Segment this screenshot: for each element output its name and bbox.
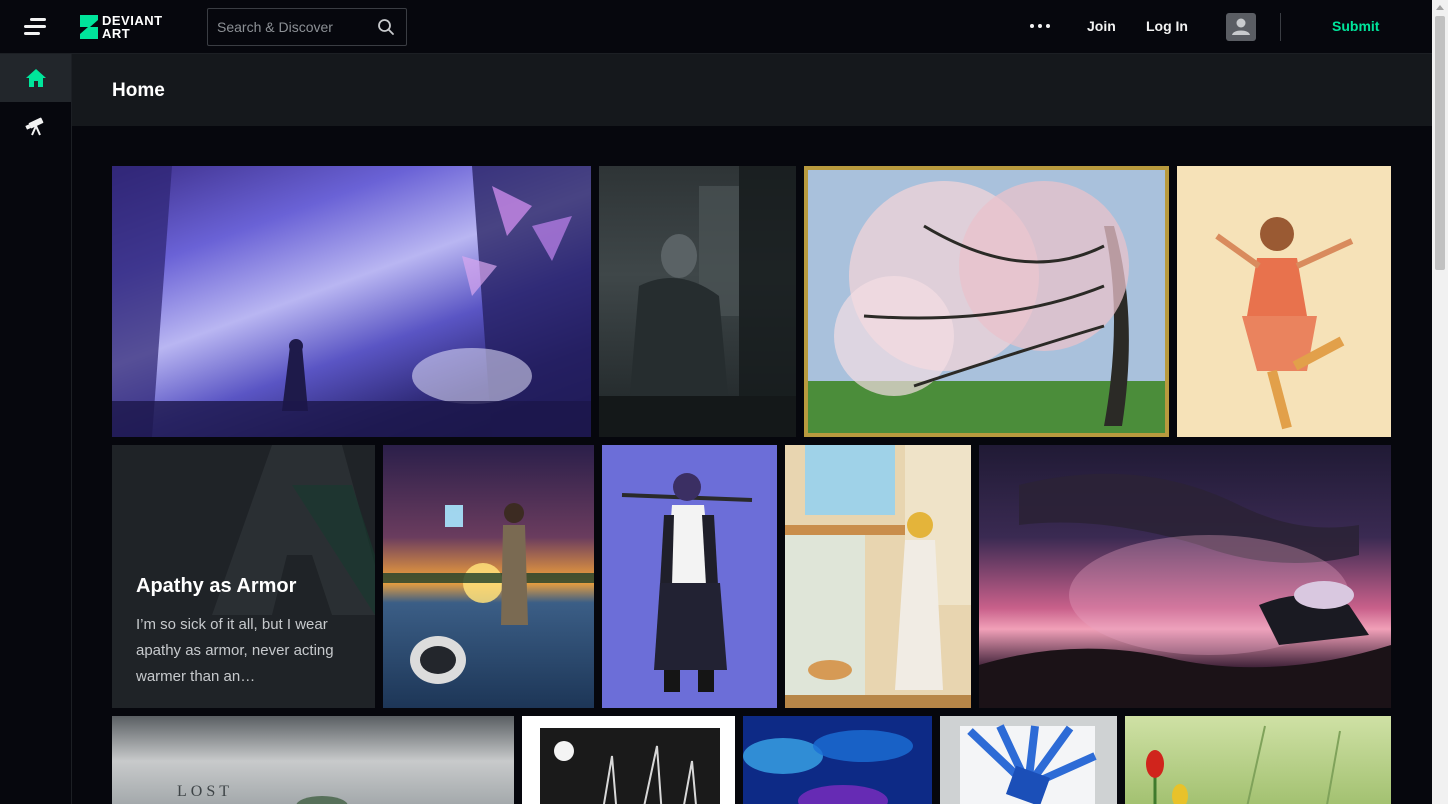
join-link[interactable]: Join bbox=[1087, 18, 1116, 34]
artwork-blossom-tree-tile[interactable] bbox=[804, 166, 1169, 437]
logo-line2: ART bbox=[102, 26, 131, 41]
rail-item-home[interactable] bbox=[0, 54, 71, 102]
svg-text:LOST: LOST bbox=[177, 783, 233, 800]
home-icon bbox=[25, 69, 46, 87]
artwork-night-trees-tile[interactable] bbox=[522, 716, 735, 804]
artwork-whale-sky-tile[interactable] bbox=[979, 445, 1391, 708]
page-scrollbar[interactable] bbox=[1432, 0, 1448, 804]
deviantart-mark-icon bbox=[80, 15, 98, 39]
whale-sky-artwork-image bbox=[979, 473, 1391, 708]
app-root: DEVIANT ART Join Log In Submit bbox=[0, 0, 1448, 804]
scrollbar-thumb[interactable] bbox=[1435, 16, 1445, 270]
side-rail bbox=[0, 54, 72, 804]
tulips-artwork-image bbox=[1146, 725, 1341, 804]
lost-artwork-image: LOST bbox=[177, 783, 348, 804]
page-header: Home bbox=[72, 54, 1432, 126]
blue-leaves-artwork-image bbox=[743, 730, 913, 804]
page-title: Home bbox=[112, 80, 165, 101]
blossom-tree-artwork-image bbox=[808, 170, 1165, 433]
rail-item-explore[interactable] bbox=[0, 102, 71, 150]
swordswoman-artwork-image bbox=[621, 473, 753, 692]
forest-artwork-image bbox=[112, 166, 591, 437]
telescope-icon bbox=[24, 117, 43, 136]
artwork-lost-tile[interactable]: LOST bbox=[112, 716, 514, 804]
logo-wordmark: DEVIANT ART bbox=[102, 14, 163, 40]
artwork-kitchen-tile[interactable] bbox=[785, 445, 971, 708]
search-box bbox=[207, 8, 407, 46]
kitchen-artwork-image bbox=[785, 445, 971, 708]
literature-title: Apathy as Armor bbox=[136, 575, 297, 597]
artwork-dancer-tile[interactable] bbox=[1177, 166, 1391, 437]
user-silhouette-icon bbox=[1232, 18, 1250, 35]
menu-icon[interactable] bbox=[24, 17, 46, 37]
dancer-artwork-image bbox=[1215, 217, 1354, 430]
artwork-knight-tile[interactable] bbox=[599, 166, 796, 437]
literature-excerpt: I’m so sick of it all, but I wear apathy… bbox=[136, 616, 334, 685]
knight-artwork-image bbox=[599, 166, 796, 437]
literature-card[interactable]: Apathy as Armor I’m so sick of it all, b… bbox=[112, 445, 375, 708]
more-options-icon[interactable] bbox=[1030, 24, 1050, 30]
artwork-blue-leaves-tile[interactable] bbox=[743, 716, 932, 804]
artwork-swordswoman-tile[interactable] bbox=[602, 445, 777, 708]
night-trees-artwork-image bbox=[540, 728, 720, 804]
avatar[interactable] bbox=[1226, 13, 1256, 41]
main-content: Home Apathy as Armor I’m so sick of it a… bbox=[72, 54, 1432, 804]
search-input[interactable] bbox=[208, 9, 373, 45]
top-bar: DEVIANT ART Join Log In Submit bbox=[0, 0, 1432, 54]
deviantart-logo[interactable]: DEVIANT ART bbox=[78, 12, 163, 42]
artwork-blue-burst-tile[interactable] bbox=[940, 716, 1117, 804]
topbar-divider bbox=[1280, 13, 1281, 41]
submit-button[interactable]: Submit bbox=[1332, 18, 1379, 34]
astronaut-artwork-image bbox=[383, 503, 594, 684]
scroll-up-arrow-icon[interactable] bbox=[1436, 5, 1444, 10]
search-icon[interactable] bbox=[377, 18, 395, 36]
artwork-tulips-tile[interactable] bbox=[1125, 716, 1391, 804]
login-link[interactable]: Log In bbox=[1146, 18, 1188, 34]
artwork-forest-tile[interactable] bbox=[112, 166, 591, 437]
artwork-astronaut-tile[interactable] bbox=[383, 445, 594, 708]
blue-burst-artwork-image bbox=[960, 724, 1097, 804]
